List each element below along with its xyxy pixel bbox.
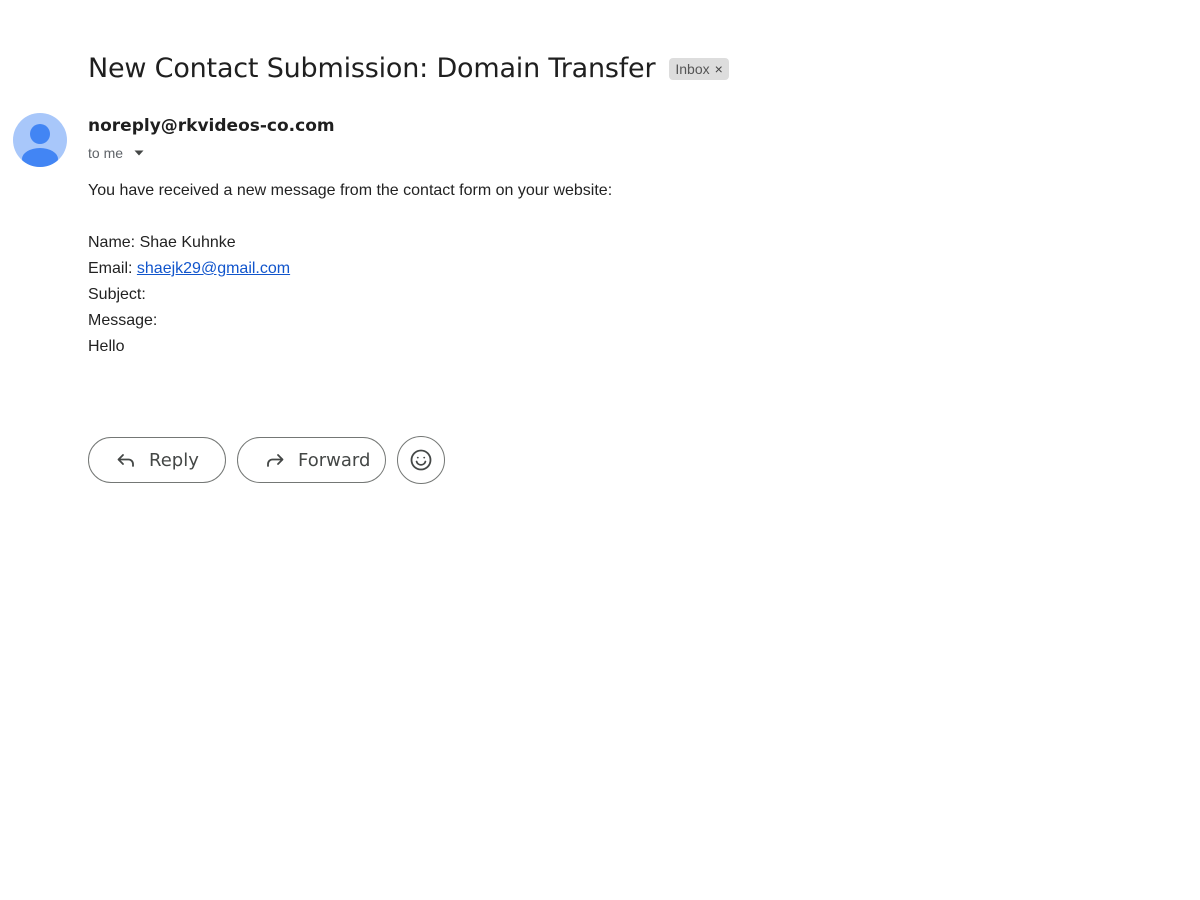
body-message-label: Message:: [88, 312, 158, 329]
body-intro: You have received a new message from the…: [88, 182, 613, 199]
sender-block: noreply@rkvideos-co.com to me: [88, 114, 335, 164]
body-email-line: Email: shaejk29@gmail.com: [88, 256, 612, 282]
email-subject: New Contact Submission: Domain Transfer: [88, 52, 656, 84]
body-email-link[interactable]: shaejk29@gmail.com: [137, 260, 290, 277]
body-name-line: Name: Shae Kuhnke: [88, 234, 236, 251]
body-message-text: Hello: [88, 338, 125, 355]
body-subject-line: Subject:: [88, 286, 146, 303]
reply-label: Reply: [149, 449, 199, 471]
email-actions: Reply Forward: [88, 436, 445, 484]
email-body: You have received a new message from the…: [88, 178, 612, 360]
inbox-label-text: Inbox: [675, 61, 710, 77]
caret-down-icon[interactable]: [129, 143, 149, 163]
person-icon: [22, 124, 58, 167]
smiley-icon: [410, 449, 432, 471]
forward-arrow-icon: [264, 449, 286, 471]
remove-label-icon[interactable]: ×: [715, 62, 723, 76]
sender-address[interactable]: noreply@rkvideos-co.com: [88, 114, 335, 138]
inbox-label-chip[interactable]: Inbox ×: [669, 58, 729, 80]
sender-avatar[interactable]: [13, 113, 67, 167]
forward-label: Forward: [298, 449, 371, 471]
reply-button[interactable]: Reply: [88, 437, 226, 483]
email-subject-row: New Contact Submission: Domain Transfer …: [88, 48, 729, 88]
emoji-reaction-button[interactable]: [397, 436, 445, 484]
forward-button[interactable]: Forward: [237, 437, 386, 483]
body-email-label: Email:: [88, 260, 137, 277]
recipient-text: to me: [88, 145, 124, 161]
reply-arrow-icon: [115, 449, 137, 471]
recipient-row: to me: [88, 142, 335, 164]
